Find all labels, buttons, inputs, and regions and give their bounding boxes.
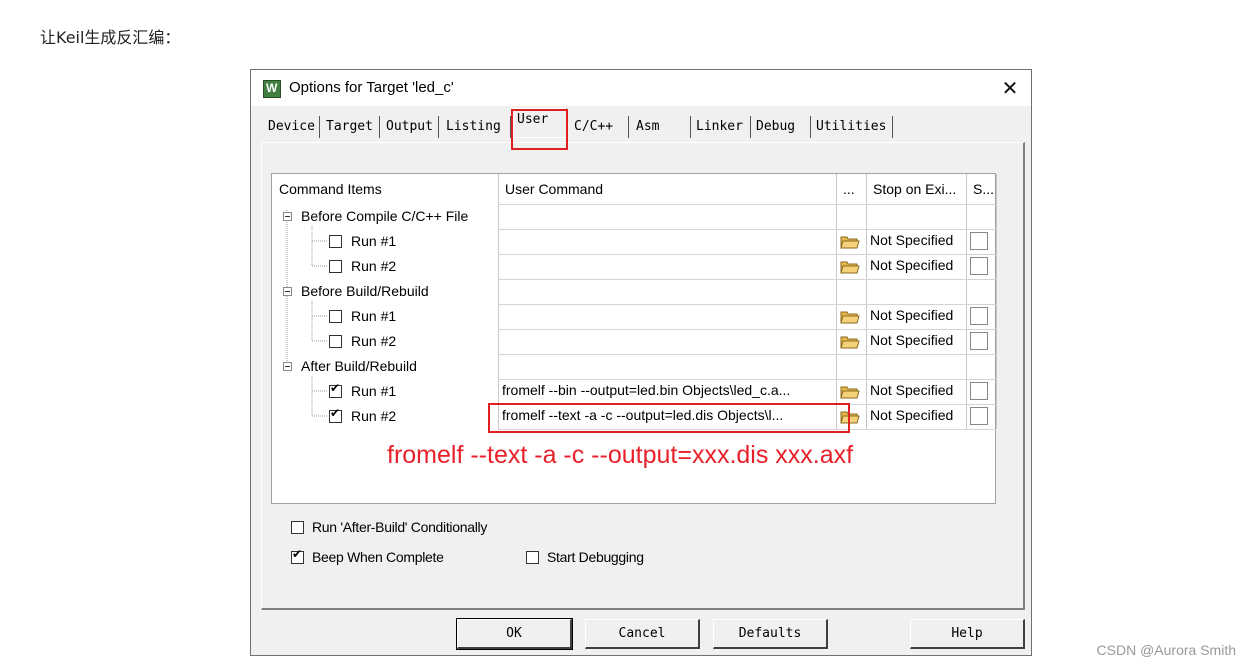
run-checkbox[interactable] xyxy=(329,235,342,248)
run-after-build-checkbox[interactable] xyxy=(291,521,304,534)
row-divider xyxy=(498,329,996,330)
row-divider xyxy=(498,379,996,380)
run-checkbox[interactable] xyxy=(329,260,342,273)
ok-button[interactable]: OK xyxy=(456,618,573,650)
header-s[interactable]: S... xyxy=(966,174,996,204)
folder-browse-icon[interactable] xyxy=(840,258,860,274)
stop-on-exit-value[interactable]: Not Specified xyxy=(870,332,953,348)
run-label: Run #2 xyxy=(351,333,397,349)
tab-linker[interactable]: Linker xyxy=(693,116,751,138)
run-label: Run #1 xyxy=(351,383,397,399)
run-label: Run #1 xyxy=(351,308,397,324)
stop-on-exit-value[interactable]: Not Specified xyxy=(870,307,953,323)
column-divider xyxy=(996,174,997,429)
tab-utilities[interactable]: Utilities xyxy=(813,116,893,138)
collapse-icon[interactable] xyxy=(283,287,292,296)
tab-target[interactable]: Target xyxy=(323,116,380,138)
start-debugging-checkbox[interactable] xyxy=(526,551,539,564)
run-label: Run #2 xyxy=(351,258,397,274)
group-before-compile[interactable]: Before Compile C/C++ File xyxy=(301,204,468,229)
run-after-build-label[interactable]: Run 'After-Build' Conditionally xyxy=(312,519,487,535)
s-checkbox[interactable] xyxy=(970,232,988,250)
run-checkbox[interactable] xyxy=(329,335,342,348)
s-checkbox[interactable] xyxy=(970,332,988,350)
collapse-icon[interactable] xyxy=(283,212,292,221)
command-highlight-box xyxy=(488,403,850,433)
row-divider xyxy=(498,279,996,280)
run-checkbox-checked[interactable] xyxy=(329,406,342,423)
header-user-command[interactable]: User Command xyxy=(498,174,836,204)
options-dialog: Options for Target 'led_c' ✕ Device Targ… xyxy=(250,69,1032,656)
keil-app-icon xyxy=(263,80,281,98)
folder-browse-icon[interactable] xyxy=(840,308,860,324)
group-before-build[interactable]: Before Build/Rebuild xyxy=(301,279,429,304)
title-bar: Options for Target 'led_c' ✕ xyxy=(251,70,1031,106)
header-stop-on-exit[interactable]: Stop on Exi... xyxy=(866,174,966,204)
watermark: CSDN @Aurora Smith xyxy=(1096,642,1236,658)
folder-browse-icon[interactable] xyxy=(840,233,860,249)
column-divider xyxy=(498,174,499,429)
run-checkbox[interactable] xyxy=(329,310,342,323)
s-checkbox[interactable] xyxy=(970,257,988,275)
dialog-title: Options for Target 'led_c' xyxy=(289,79,454,96)
folder-browse-icon[interactable] xyxy=(840,383,860,399)
run-checkbox-checked[interactable] xyxy=(329,381,342,398)
beep-when-complete-checkbox[interactable] xyxy=(291,547,304,564)
beep-when-complete-label[interactable]: Beep When Complete xyxy=(312,549,444,565)
annotation-command-template: fromelf --text -a -c --output=xxx.dis xx… xyxy=(387,441,854,469)
column-divider xyxy=(866,174,867,429)
column-divider xyxy=(836,174,837,429)
folder-browse-icon[interactable] xyxy=(840,333,860,349)
close-icon[interactable]: ✕ xyxy=(997,75,1023,101)
run-label: Run #2 xyxy=(351,408,397,424)
row-divider xyxy=(498,204,996,205)
s-checkbox[interactable] xyxy=(970,307,988,325)
s-checkbox[interactable] xyxy=(970,407,988,425)
row-divider xyxy=(498,304,996,305)
tab-device[interactable]: Device xyxy=(265,116,320,138)
help-button[interactable]: Help xyxy=(910,619,1025,649)
run-label: Run #1 xyxy=(351,233,397,249)
collapse-icon[interactable] xyxy=(283,362,292,371)
user-command-field[interactable]: fromelf --bin --output=led.bin Objects\l… xyxy=(502,382,834,398)
stop-on-exit-value[interactable]: Not Specified xyxy=(870,257,953,273)
cancel-button[interactable]: Cancel xyxy=(585,619,700,649)
stop-on-exit-value[interactable]: Not Specified xyxy=(870,382,953,398)
tab-asm[interactable]: Asm xyxy=(633,116,691,138)
tab-debug[interactable]: Debug xyxy=(753,116,811,138)
s-checkbox[interactable] xyxy=(970,382,988,400)
group-after-build[interactable]: After Build/Rebuild xyxy=(301,354,417,379)
stop-on-exit-value[interactable]: Not Specified xyxy=(870,407,953,423)
row-divider xyxy=(498,254,996,255)
intro-text: 让Keil生成反汇编： xyxy=(40,28,181,47)
row-divider xyxy=(498,354,996,355)
tab-listing[interactable]: Listing xyxy=(443,116,511,138)
start-debugging-label[interactable]: Start Debugging xyxy=(547,549,644,565)
header-browse[interactable]: ... xyxy=(836,174,866,204)
stop-on-exit-value[interactable]: Not Specified xyxy=(870,232,953,248)
tab-c-cpp[interactable]: C/C++ xyxy=(571,116,629,138)
user-tab-highlight-box xyxy=(511,109,568,150)
column-divider xyxy=(966,174,967,429)
row-divider xyxy=(498,229,996,230)
tab-output[interactable]: Output xyxy=(383,116,439,138)
defaults-button[interactable]: Defaults xyxy=(713,619,828,649)
